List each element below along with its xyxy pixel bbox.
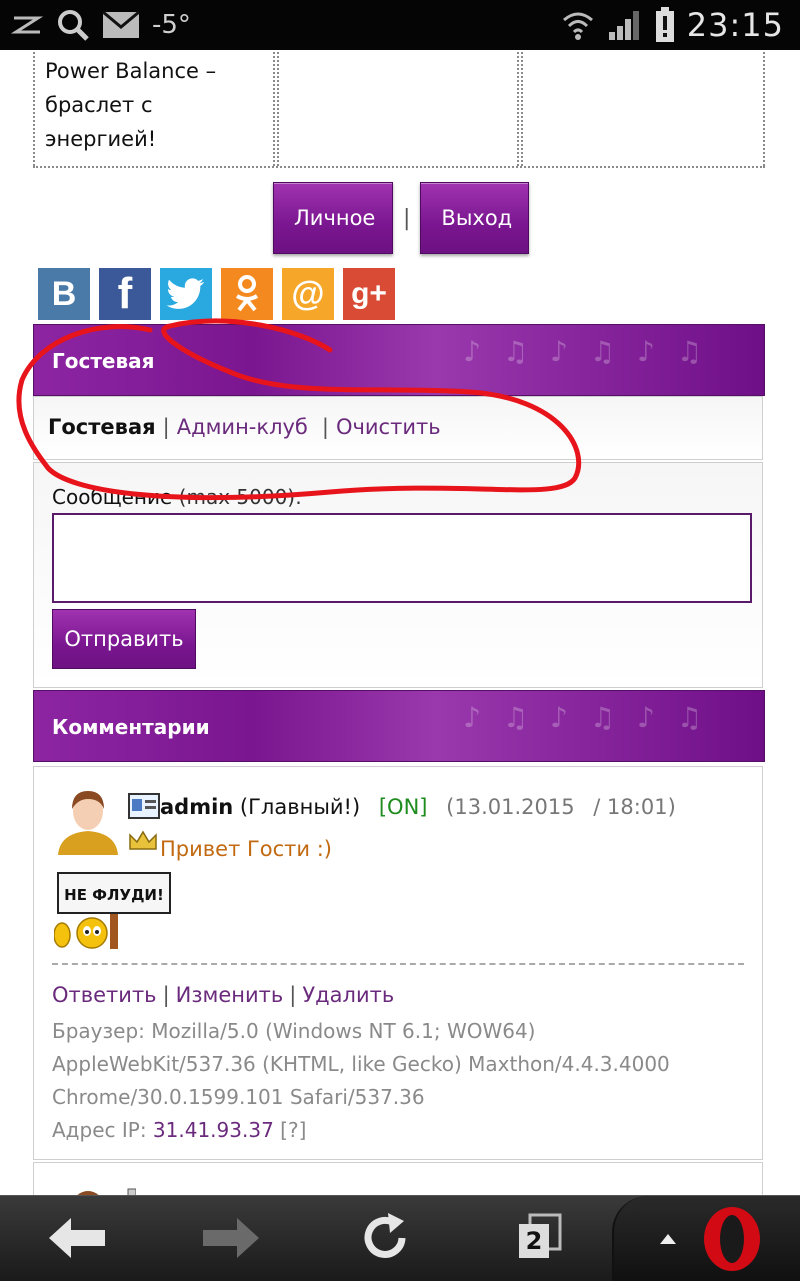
comment-time: / 18:01) xyxy=(593,795,676,819)
guestbook-tabs-panel: Гостевая | Админ-клуб | Очистить xyxy=(33,396,763,460)
comment-role: (Главный!) xyxy=(239,795,361,819)
message-label-text: Сообщение xyxy=(52,485,173,509)
temperature: -5° xyxy=(152,10,191,40)
browser-ua-3: Chrome/30.0.1599.101 Safari/537.36 xyxy=(52,1085,425,1109)
comment-date: (13.01.2015 xyxy=(446,795,575,819)
signal-icon xyxy=(607,8,643,42)
no-flood-sticker-icon: НЕ ФЛУДИ! xyxy=(53,865,174,951)
vk-icon[interactable]: B xyxy=(38,268,90,320)
comments-header: Комментарии ♪♫♪♫♪♫ xyxy=(33,690,765,762)
googleplus-icon[interactable]: g+ xyxy=(343,268,395,320)
message-form: Сообщение (max 5000): Отправить xyxy=(33,462,763,688)
ip-address[interactable]: 31.41.93.37 xyxy=(153,1118,274,1142)
promo-text[interactable]: Power Balance – браслет с энергией! xyxy=(45,54,265,156)
profile-card-icon xyxy=(128,793,160,819)
comment-author-line: admin (Главный!) [ON] (13.01.2015 / 18:0… xyxy=(160,795,676,819)
guestbook-title: Гостевая xyxy=(52,349,155,373)
social-share-bar: B f @ g+ xyxy=(38,268,395,320)
search-icon xyxy=(56,8,90,42)
reload-icon[interactable] xyxy=(350,1208,420,1268)
separator: | xyxy=(162,983,170,1007)
separator: | xyxy=(289,983,297,1007)
comment-item xyxy=(33,1162,763,1195)
user-buttons: Личное | Выход xyxy=(273,182,530,254)
notification-z-icon xyxy=(10,12,44,38)
ip-help-link[interactable]: [?] xyxy=(280,1118,306,1142)
ip-prefix: Адрес IP: xyxy=(52,1118,147,1142)
send-button[interactable]: Отправить xyxy=(52,609,196,669)
mail-icon xyxy=(102,11,140,39)
reply-link[interactable]: Ответить xyxy=(52,983,157,1007)
opera-menu-button[interactable] xyxy=(612,1196,800,1281)
comment-actions: Ответить | Изменить | Удалить xyxy=(52,983,394,1007)
separator: | xyxy=(321,415,329,439)
tab-admin-club[interactable]: Админ-клуб xyxy=(177,415,308,439)
tab-count[interactable]: 2 xyxy=(519,1224,549,1258)
facebook-icon[interactable]: f xyxy=(99,268,151,320)
ip-line: Адрес IP: 31.41.93.37 [?] xyxy=(52,1114,752,1147)
clock: 23:15 xyxy=(686,6,784,44)
forward-arrow-icon[interactable] xyxy=(196,1208,266,1268)
personal-button[interactable]: Личное xyxy=(273,182,393,254)
tab-guestbook[interactable]: Гостевая xyxy=(48,415,156,439)
opera-logo-icon xyxy=(704,1207,760,1271)
avatar xyxy=(77,1188,136,1195)
guestbook-header: Гостевая ♪♫♪♫♪♫ xyxy=(33,324,765,396)
avatar xyxy=(56,787,120,855)
chevron-up-icon xyxy=(660,1234,676,1244)
guestbook-tabs: Гостевая | Админ-клуб | Очистить xyxy=(48,415,441,439)
twitter-icon[interactable] xyxy=(160,268,212,320)
message-limit: (max 5000): xyxy=(178,485,302,509)
browser-ua-1: Mozilla/5.0 (Windows NT 6.1; WOW64) xyxy=(151,1019,536,1043)
separator: | xyxy=(403,205,411,231)
music-notes-decoration: ♪♫♪♫♪♫ xyxy=(463,335,724,368)
promo-cell[interactable] xyxy=(277,50,519,166)
crown-icon xyxy=(128,829,158,853)
music-notes-decoration: ♪♫♪♫♪♫ xyxy=(463,701,724,734)
wifi-icon xyxy=(561,8,595,42)
odnoklassniki-icon[interactable] xyxy=(221,268,273,320)
logout-button[interactable]: Выход xyxy=(420,182,530,254)
battery-alert-icon xyxy=(655,7,675,43)
comment-text: Привет Гости :) xyxy=(160,837,332,861)
message-label: Сообщение (max 5000): xyxy=(52,485,302,509)
browser-prefix: Браузер: xyxy=(52,1019,145,1043)
delete-link[interactable]: Удалить xyxy=(302,983,394,1007)
tab-clear[interactable]: Очистить xyxy=(336,415,441,439)
back-arrow-icon[interactable] xyxy=(42,1208,112,1268)
sticker-text: НЕ ФЛУДИ! xyxy=(64,886,164,904)
promo-cell[interactable]: Power Balance – браслет с энергией! xyxy=(33,50,275,166)
comment-author[interactable]: admin xyxy=(160,795,233,819)
browser-ua-2: AppleWebKit/537.36 (KHTML, like Gecko) M… xyxy=(52,1052,670,1076)
comment-item: admin (Главный!) [ON] (13.01.2015 / 18:0… xyxy=(33,766,763,1160)
online-status: [ON] xyxy=(378,795,428,819)
comments-title: Комментарии xyxy=(52,715,210,739)
promo-cell[interactable] xyxy=(521,50,765,166)
message-textarea[interactable] xyxy=(52,513,752,603)
separator: | xyxy=(162,415,170,439)
mailru-icon[interactable]: @ xyxy=(282,268,334,320)
status-bar: -5° 23:15 xyxy=(0,0,800,50)
divider xyxy=(52,963,744,965)
browser-toolbar: 2 xyxy=(0,1195,800,1281)
promo-grid: Power Balance – браслет с энергией! xyxy=(33,50,765,168)
page-content: Power Balance – браслет с энергией! Личн… xyxy=(0,50,800,1195)
comment-meta: Браузер: Mozilla/5.0 (Windows NT 6.1; WO… xyxy=(52,1015,752,1147)
edit-link[interactable]: Изменить xyxy=(176,983,284,1007)
browser-line-1: Браузер: Mozilla/5.0 (Windows NT 6.1; WO… xyxy=(52,1015,752,1048)
